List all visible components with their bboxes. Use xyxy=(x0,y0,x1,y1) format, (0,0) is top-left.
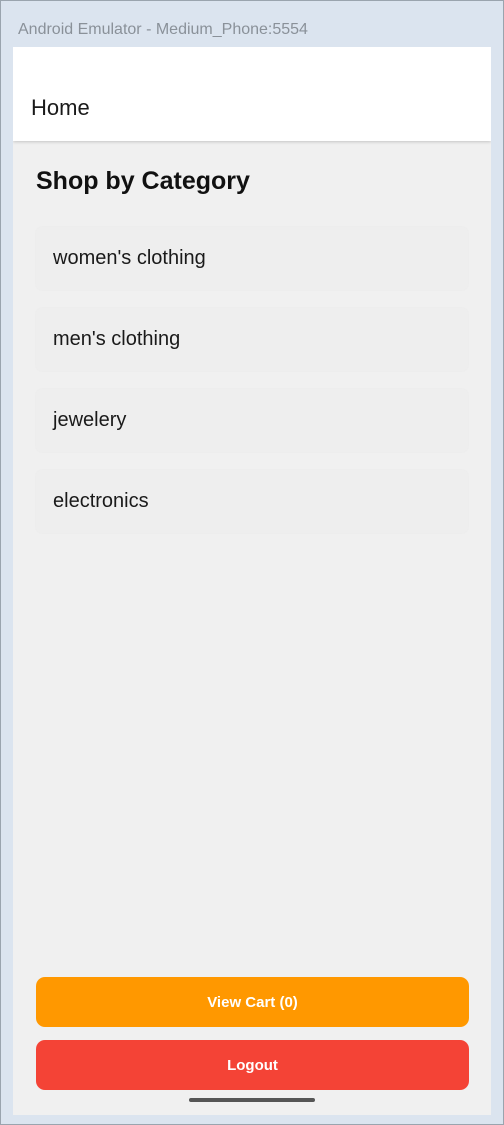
category-item-jewelery[interactable]: jewelery xyxy=(36,389,468,452)
category-item-electronics[interactable]: electronics xyxy=(36,470,468,533)
section-title: Shop by Category xyxy=(36,167,250,195)
category-label: women's clothing xyxy=(53,247,206,269)
category-label: men's clothing xyxy=(53,328,181,350)
logout-button[interactable]: Logout xyxy=(36,1040,469,1090)
category-label: electronics xyxy=(53,490,149,512)
category-item-mens-clothing[interactable]: men's clothing xyxy=(36,308,468,371)
page-title: Home xyxy=(31,95,90,120)
category-list: women's clothing men's clothing jewelery… xyxy=(36,227,468,551)
app-bar: Home xyxy=(13,47,491,141)
window-title: Android Emulator - Medium_Phone:5554 xyxy=(18,21,308,38)
category-label: jewelery xyxy=(53,409,127,431)
emulator-window: Android Emulator - Medium_Phone:5554 Hom… xyxy=(0,0,504,1125)
category-item-womens-clothing[interactable]: women's clothing xyxy=(36,227,468,290)
home-indicator[interactable] xyxy=(189,1098,315,1102)
view-cart-button[interactable]: View Cart (0) xyxy=(36,977,469,1027)
phone-screen: Home Shop by Category women's clothing m… xyxy=(13,47,491,1115)
window-titlebar: Android Emulator - Medium_Phone:5554 xyxy=(1,1,503,47)
